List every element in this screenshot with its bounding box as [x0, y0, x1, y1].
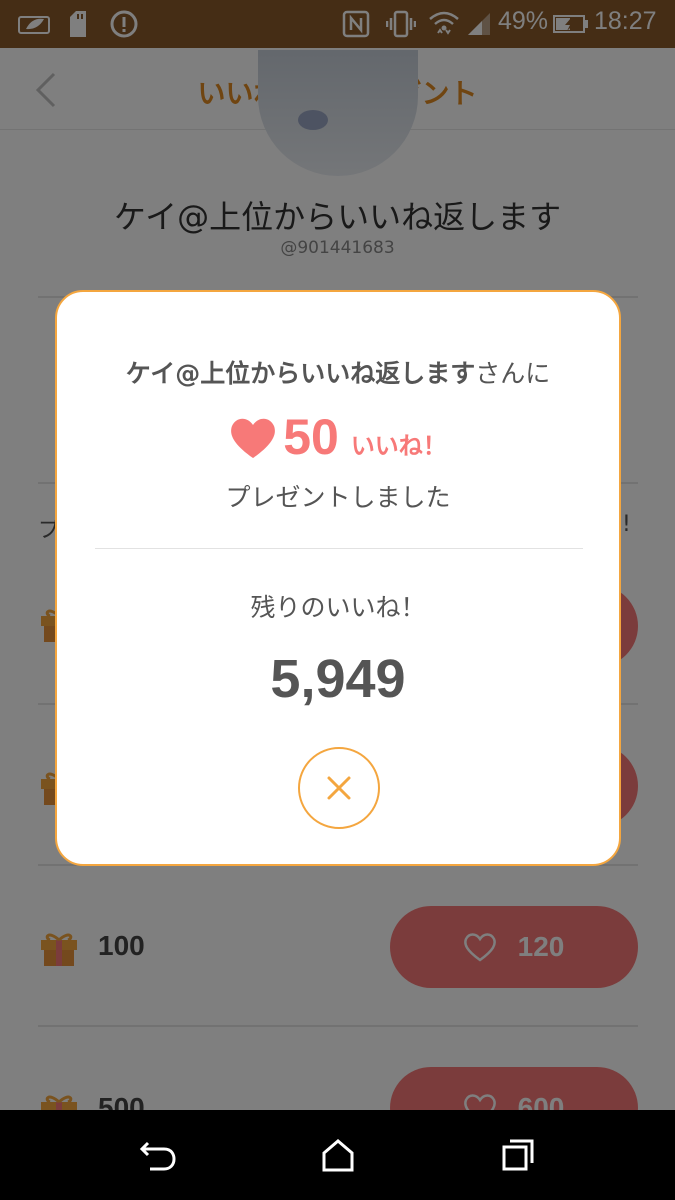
remaining-label: 残りのいいね！ — [250, 593, 426, 622]
back-nav-button[interactable] — [138, 1137, 178, 1173]
present-complete-dialog: ケイ@上位からいいね返しますさんに 50 いいね！ プレゼントしました 残りのい… — [55, 290, 621, 866]
sent-message: プレゼントしました — [225, 483, 451, 512]
back-arrow-icon — [139, 1141, 176, 1171]
home-nav-button[interactable] — [318, 1137, 358, 1173]
heart-icon — [231, 418, 276, 458]
dialog-divider — [95, 548, 583, 549]
recents-icon — [502, 1139, 534, 1171]
recipient-name: ケイ@上位からいいね返します — [125, 359, 476, 388]
recipient-line: ケイ@上位からいいね返しますさんに — [57, 354, 619, 390]
close-icon — [327, 776, 351, 800]
recipient-suffix: さんに — [475, 359, 551, 388]
navigation-bar — [0, 1110, 675, 1200]
home-icon — [322, 1139, 354, 1172]
amount-unit: いいね！ — [350, 432, 447, 460]
present-amount: 50 いいね！ — [57, 408, 619, 468]
close-button[interactable] — [298, 747, 380, 829]
recents-nav-button[interactable] — [498, 1137, 538, 1173]
remaining-value: 5,949 — [270, 649, 406, 709]
amount-value: 50 — [283, 409, 339, 465]
